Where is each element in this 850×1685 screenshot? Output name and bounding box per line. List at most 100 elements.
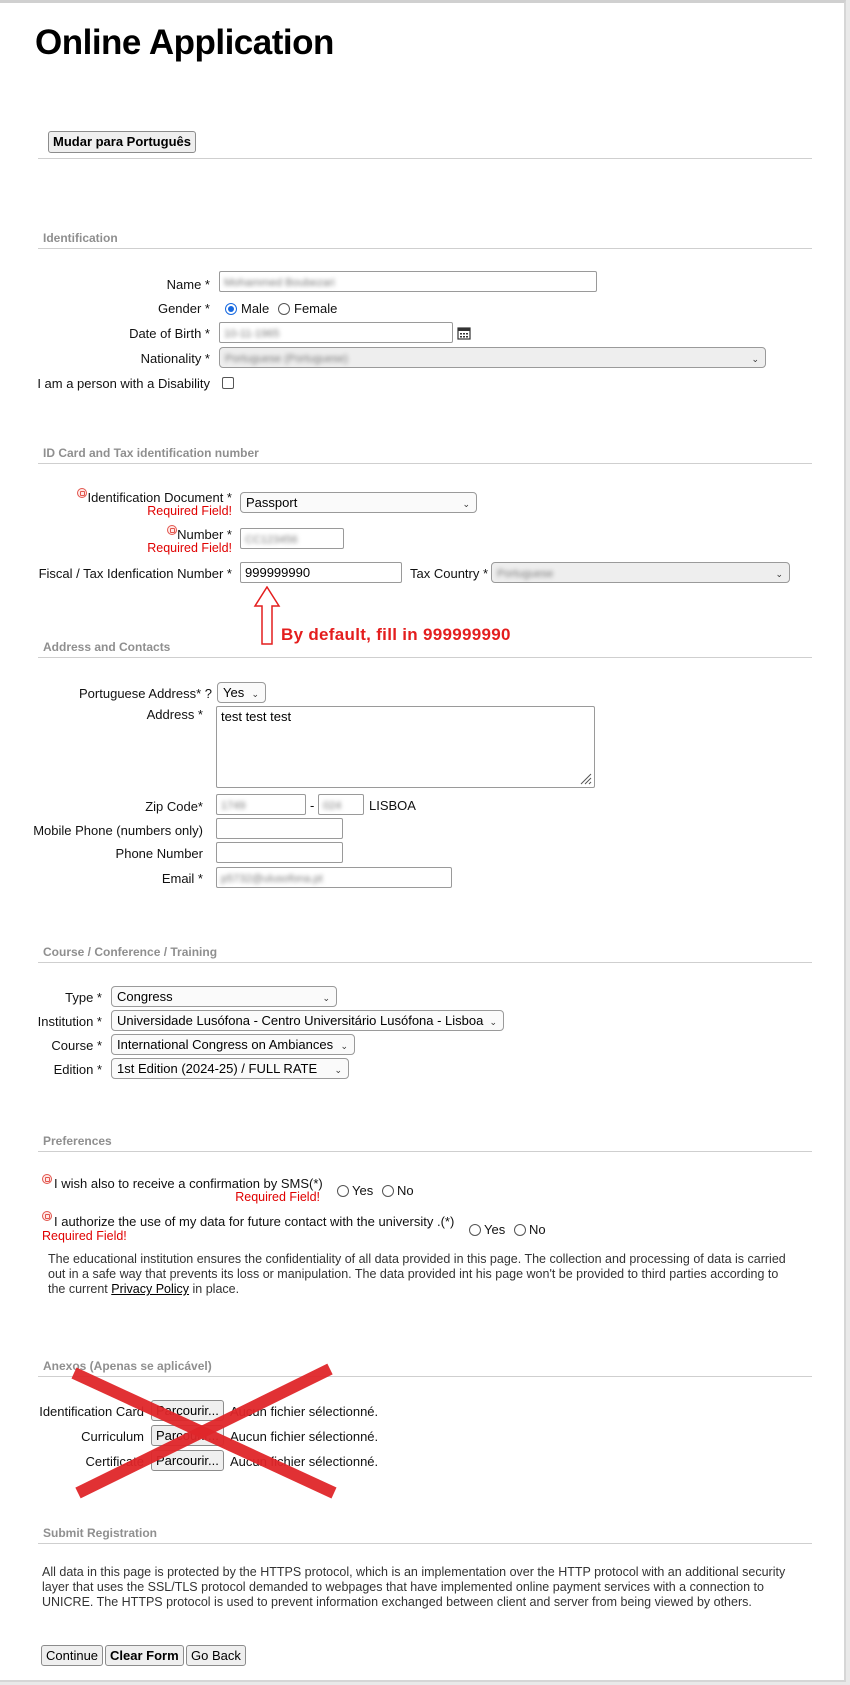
switch-language-button[interactable]: Mudar para Português [48,131,196,153]
name-value: Mohammed Boubezari [224,277,335,289]
data-use-required: Required Field! [42,1229,127,1243]
disability-checkbox[interactable] [222,377,234,389]
https-paragraph: All data in this page is protected by th… [42,1565,786,1609]
calendar-icon[interactable] [457,326,471,340]
error-icon [167,525,177,535]
address-textarea[interactable]: test test test [216,706,595,788]
divider [38,248,812,249]
divider [38,1151,812,1152]
fiscal-number-input[interactable]: 999999990 [240,562,402,583]
page-title: Online Application [35,23,334,62]
section-identification-title: Identification [43,231,118,245]
data-use-no-label: No [529,1222,546,1237]
id-document-select[interactable]: Passport ⌄ [240,492,477,513]
edition-value: 1st Edition (2024-25) / FULL RATE [117,1061,318,1076]
sms-required: Required Field! [235,1190,320,1204]
dob-label: Date of Birth * [129,326,210,341]
page: Online Application Mudar para Português … [0,0,846,1682]
number-required: Required Field! [147,541,232,555]
up-arrow-annotation-icon [253,586,281,645]
id-document-required: Required Field! [147,504,232,518]
data-use-label: I authorize the use of my data for futur… [54,1214,455,1229]
id-document-label: Identification Document * [87,490,232,505]
zip-code-input-2[interactable]: 024 [318,794,364,815]
divider [38,158,812,159]
email-input[interactable]: p5732@ulusofona.pt [216,867,452,888]
privacy-paragraph: The educational institution ensures the … [48,1252,790,1297]
gender-label: Gender * [157,301,210,316]
portuguese-address-value: Yes [223,685,245,700]
gender-female-radio[interactable] [278,303,290,315]
type-label: Type * [65,990,102,1005]
chevron-down-icon: ⌄ [489,1017,497,1027]
fiscal-number-label: Fiscal / Tax Idenfication Number * [38,566,232,581]
number-value: CC123456 [245,534,298,546]
dob-value: 10-11-1965 [224,328,280,340]
clear-form-button[interactable]: Clear Form [105,1645,184,1666]
portuguese-address-label: Portuguese Address* ? [79,686,212,701]
sms-no-radio[interactable] [382,1185,394,1197]
name-input[interactable]: Mohammed Boubezari [219,271,597,292]
chevron-down-icon: ⌄ [751,354,759,364]
section-course-title: Course / Conference / Training [43,945,218,959]
divider [38,463,812,464]
default-fiscal-annotation: By default, fill in 999999990 [281,625,511,644]
phone-number-label: Phone Number [115,846,203,861]
sms-no-label: No [397,1183,414,1198]
chevron-down-icon: ⌄ [322,993,330,1003]
dob-input[interactable]: 10-11-1965 [219,322,453,343]
course-value: International Congress on Ambiances [117,1037,334,1052]
zip-code-value-1: 1749 [221,800,246,812]
address-label: Address * [146,707,203,722]
course-select[interactable]: International Congress on Ambiances ⌄ [111,1034,355,1055]
error-icon [42,1211,52,1221]
course-label: Course * [51,1038,102,1053]
tax-country-select[interactable]: Portuguese ⌄ [491,562,790,583]
edition-label: Edition * [53,1062,102,1077]
phone-number-input[interactable] [216,842,343,863]
number-input[interactable]: CC123456 [240,528,344,549]
privacy-text-end: in place. [192,1282,240,1296]
gender-female-label: Female [294,301,338,316]
number-label: Number * [177,527,232,542]
sms-yes-label: Yes [352,1183,374,1198]
data-use-yes-radio[interactable] [469,1224,481,1236]
chevron-down-icon: ⌄ [462,499,470,509]
type-value: Congress [117,989,173,1004]
edition-select[interactable]: 1st Edition (2024-25) / FULL RATE ⌄ [111,1058,349,1079]
institution-label: Institution * [37,1014,102,1029]
address-value: test test test [221,709,292,724]
continue-button[interactable]: Continue [41,1645,104,1666]
section-preferences-title: Preferences [43,1134,112,1148]
go-back-button[interactable]: Go Back [186,1645,246,1666]
tax-country-label: Tax Country * [410,566,489,581]
mobile-phone-input[interactable] [216,818,343,839]
data-use-yes-label: Yes [484,1222,506,1237]
portuguese-address-select[interactable]: Yes ⌄ [217,682,266,703]
zip-dash: - [310,798,315,813]
error-icon [77,488,87,498]
gender-male-radio[interactable] [225,303,237,315]
error-icon [42,1174,52,1184]
nationality-value: Portuguese (Portuguese) [225,353,348,365]
zip-code-value-2: 024 [323,800,342,812]
chevron-down-icon: ⌄ [775,569,783,579]
tax-country-value: Portuguese [497,568,554,580]
type-select[interactable]: Congress ⌄ [111,986,337,1007]
zip-code-input-1[interactable]: 1749 [216,794,306,815]
institution-select[interactable]: Universidade Lusófona - Centro Universit… [111,1010,504,1031]
nationality-select[interactable]: Portuguese (Portuguese) ⌄ [219,347,766,368]
data-use-no-radio[interactable] [514,1224,526,1236]
sms-yes-radio[interactable] [337,1185,349,1197]
name-label: Name * [166,277,210,292]
email-value: p5732@ulusofona.pt [221,873,323,885]
fiscal-number-value: 999999990 [245,565,311,580]
section-id-tax-title: ID Card and Tax identification number [43,446,259,460]
resize-handle-icon[interactable] [578,771,592,785]
privacy-policy-link[interactable]: Privacy Policy [111,1282,189,1296]
divider [38,657,812,658]
divider [38,962,812,963]
section-submit-title: Submit Registration [43,1526,158,1540]
chevron-down-icon: ⌄ [340,1041,348,1051]
mobile-phone-label: Mobile Phone (numbers only) [33,823,203,838]
